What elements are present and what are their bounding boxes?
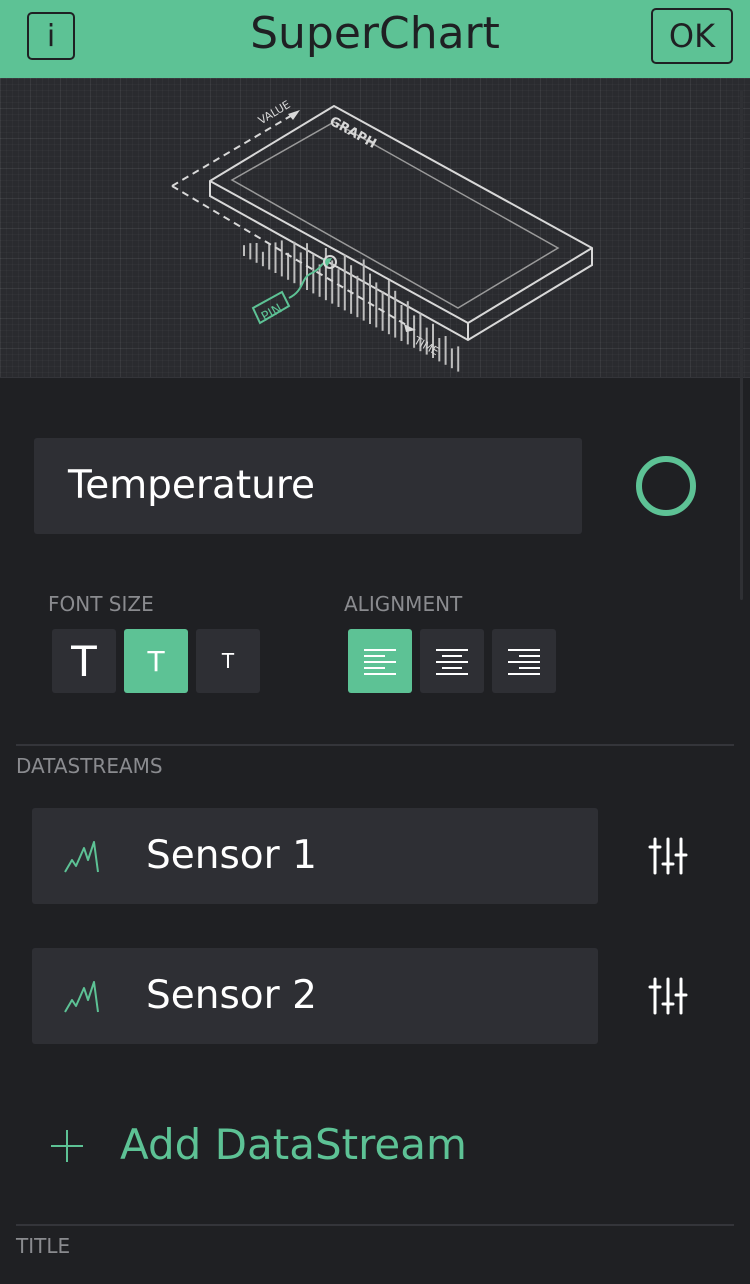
center-align-icon [436, 649, 468, 675]
ok-button[interactable]: OK [651, 8, 733, 64]
left-align-icon [364, 649, 396, 675]
sliders-settings-icon[interactable] [648, 976, 688, 1016]
section-divider [16, 1224, 734, 1226]
datastream-item-sensor-1[interactable]: Sensor 1 [32, 808, 598, 904]
font-size-label: FONT SIZE [48, 592, 154, 616]
scrollbar[interactable] [740, 90, 743, 600]
sliders-settings-icon[interactable] [648, 836, 688, 876]
title-section-label: TITLE [16, 1234, 71, 1258]
datastreams-label: DATASTREAMS [16, 754, 163, 778]
font-size-large-button[interactable]: T [52, 629, 116, 693]
align-center-button[interactable] [420, 629, 484, 693]
font-size-small-glyph: T [221, 649, 235, 673]
font-size-medium-button[interactable]: T [124, 629, 188, 693]
widget-name-input[interactable]: Temperature [34, 438, 582, 534]
line-chart-icon [64, 981, 99, 1013]
color-picker-button[interactable] [636, 456, 696, 516]
align-left-button[interactable] [348, 629, 412, 693]
top-bar: i SuperChart OK [0, 0, 750, 78]
section-divider [16, 744, 734, 746]
page-title: SuperChart [250, 8, 500, 59]
add-datastream-button[interactable]: Add DataStream [50, 1112, 470, 1178]
line-chart-icon [64, 841, 99, 873]
widget-illustration: VALUE GRAPH PIN TIME [0, 78, 750, 378]
plus-icon [51, 1130, 83, 1162]
datastream-item-sensor-2[interactable]: Sensor 2 [32, 948, 598, 1044]
font-size-large-glyph: T [71, 636, 97, 686]
datastream-label: Sensor 1 [146, 833, 317, 878]
superchart-illustration [171, 105, 593, 372]
align-right-button[interactable] [492, 629, 556, 693]
font-size-small-button[interactable]: T [196, 629, 260, 693]
datastream-label: Sensor 2 [146, 973, 317, 1018]
alignment-label: ALIGNMENT [344, 592, 463, 616]
right-align-icon [508, 649, 540, 675]
add-datastream-label: Add DataStream [120, 1120, 467, 1169]
font-size-medium-glyph: T [147, 644, 165, 678]
